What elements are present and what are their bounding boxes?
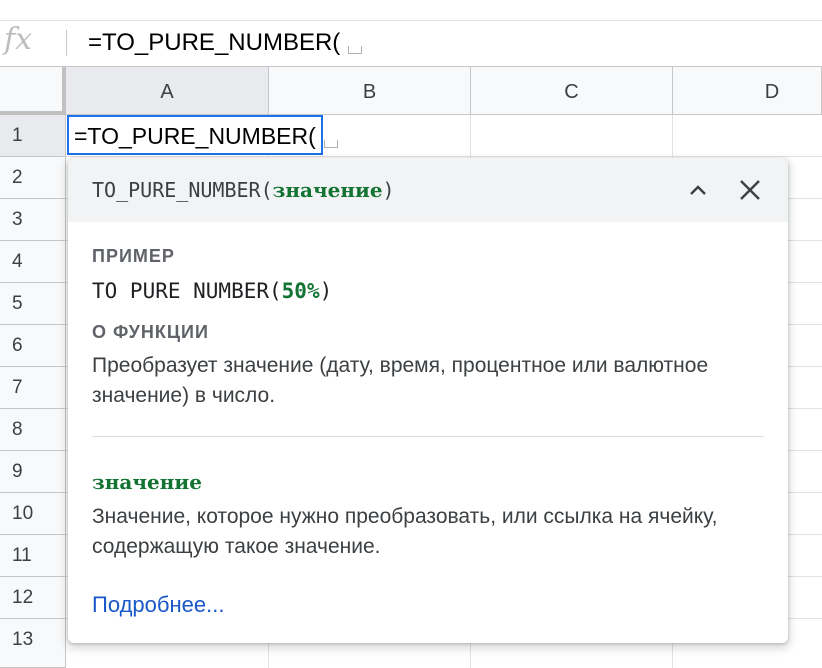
cell-a1-editor[interactable]: =TO_PURE_NUMBER( <box>74 121 338 151</box>
collapse-chevron-up-icon[interactable] <box>682 174 714 206</box>
learn-more-link[interactable]: Подробнее... <box>92 590 224 620</box>
space-marker-icon <box>348 46 363 54</box>
select-all-corner[interactable] <box>0 67 66 115</box>
example-close-paren: ) <box>319 279 333 303</box>
row-header-11[interactable]: 11 <box>0 535 66 577</box>
section-divider <box>92 436 764 437</box>
column-header-c[interactable]: C <box>471 67 673 115</box>
signature-close-paren: ) <box>382 178 395 202</box>
example-formula: TO PURE NUMBER(50%) <box>92 277 332 305</box>
parameter-name: значение <box>92 470 202 494</box>
row-header-7[interactable]: 7 <box>0 367 66 409</box>
column-header-a[interactable]: A <box>66 67 269 115</box>
formula-bar: fx =TO_PURE_NUMBER( <box>0 0 822 67</box>
example-heading: ПРИМЕР <box>92 246 175 266</box>
row-header-4[interactable]: 4 <box>0 241 66 283</box>
row-header-1[interactable]: 1 <box>0 115 66 157</box>
row-header-2[interactable]: 2 <box>0 157 66 199</box>
row-header-8[interactable]: 8 <box>0 409 66 451</box>
example-function-name: TO PURE NUMBER( <box>92 279 282 303</box>
function-help-popup: TO_PURE_NUMBER(значение) ПРИМЕР TO PURE … <box>68 158 788 643</box>
formula-input[interactable]: =TO_PURE_NUMBER( <box>88 28 363 58</box>
about-heading: О ФУНКЦИИ <box>92 322 209 342</box>
cell-a1-text: =TO_PURE_NUMBER( <box>74 123 316 149</box>
row-divider <box>66 156 822 157</box>
formula-bar-separator <box>66 30 67 56</box>
function-help-header: TO_PURE_NUMBER(значение) <box>68 158 788 222</box>
column-header-b[interactable]: B <box>269 67 471 115</box>
row-header-6[interactable]: 6 <box>0 325 66 367</box>
row-header-3[interactable]: 3 <box>0 199 66 241</box>
row-header-5[interactable]: 5 <box>0 283 66 325</box>
fx-icon: fx <box>4 22 33 57</box>
chevron-up-icon <box>690 185 706 195</box>
close-icon[interactable] <box>734 174 766 206</box>
row-header-12[interactable]: 12 <box>0 577 66 619</box>
row-header-13[interactable]: 13 <box>0 619 66 668</box>
row-header-9[interactable]: 9 <box>0 451 66 493</box>
close-x-icon <box>740 180 760 200</box>
formula-text: =TO_PURE_NUMBER( <box>88 29 341 56</box>
row-header-10[interactable]: 10 <box>0 493 66 535</box>
toolbar-edge <box>0 0 822 21</box>
example-argument: 50% <box>281 279 320 303</box>
parameter-description: Значение, которое нужно преобразовать, и… <box>92 505 718 558</box>
signature-argument: значение <box>272 178 383 202</box>
about-description: Преобразует значение (дату, время, проце… <box>92 354 709 407</box>
column-header-d[interactable]: D <box>673 67 822 115</box>
space-marker-icon <box>323 140 338 148</box>
signature-function-name: TO_PURE_NUMBER( <box>92 178 273 202</box>
function-signature: TO_PURE_NUMBER(значение) <box>92 176 395 204</box>
